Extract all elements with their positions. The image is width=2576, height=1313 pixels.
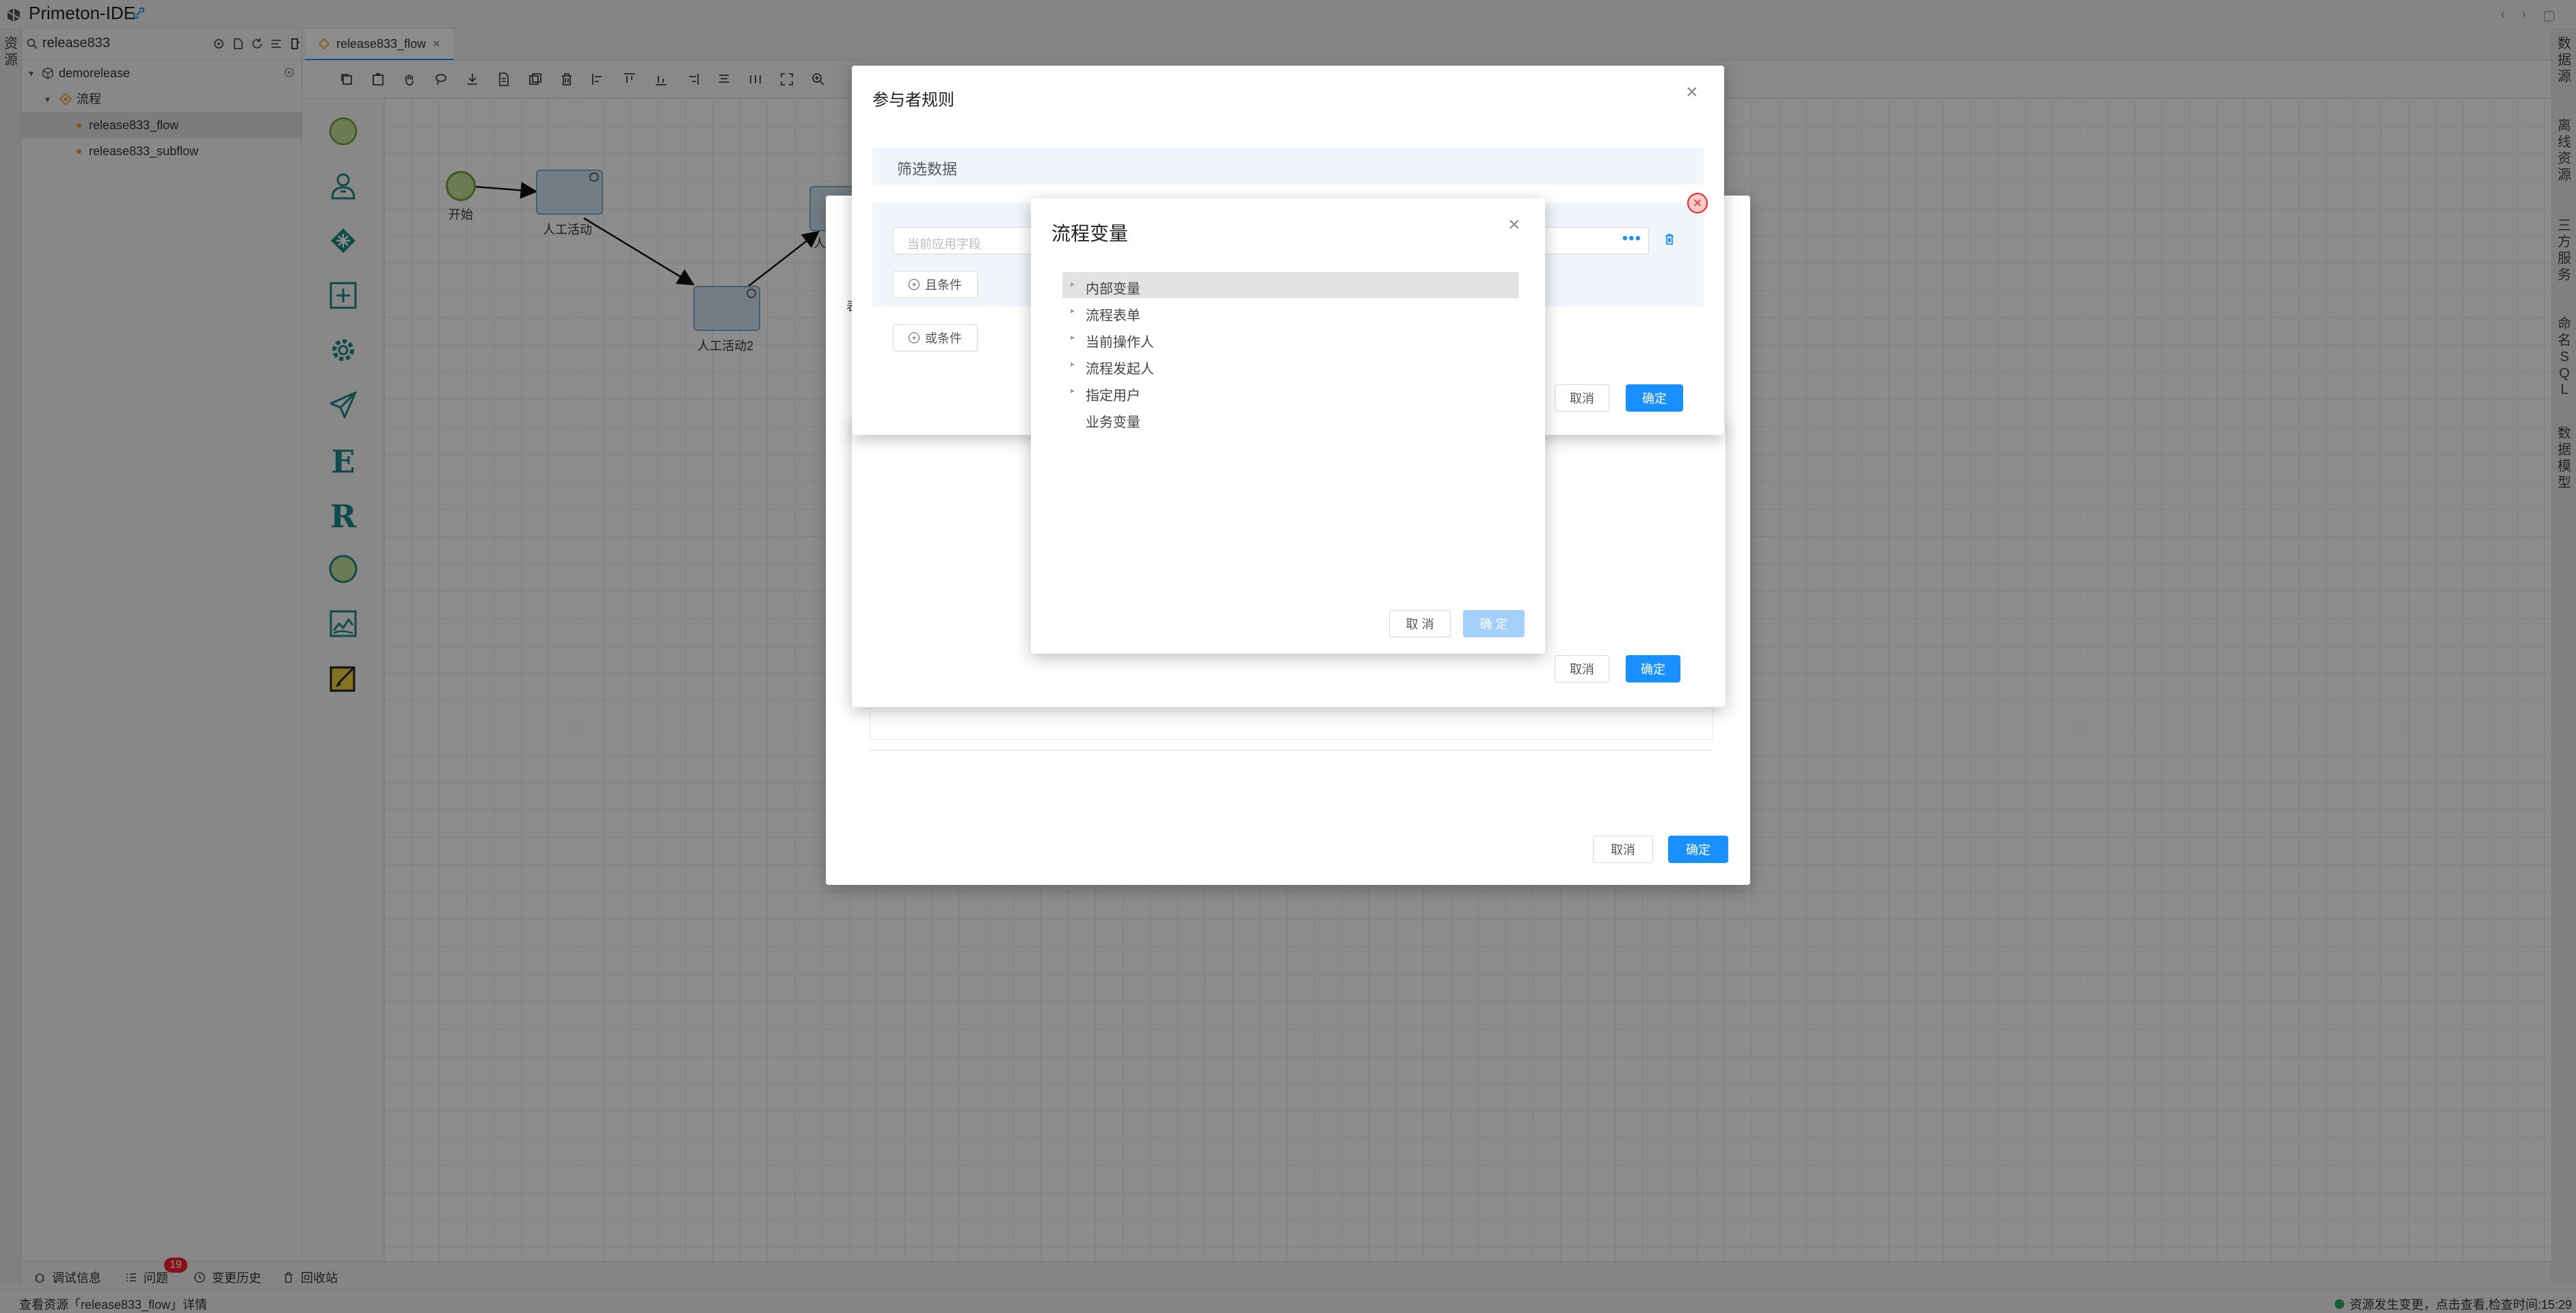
variable-tree-label: 内部变量 [1086,282,1140,297]
remove-group-icon[interactable]: × [1687,193,1708,213]
var-dialog-title: 流程变量 [1051,223,1129,244]
caret-right-icon[interactable]: ▸ [1071,279,1075,289]
rules-confirm-button[interactable]: 确定 [1626,384,1683,412]
or-condition-label: 或条件 [925,332,962,345]
filter-section-header: 筛选数据 [872,148,1704,185]
and-condition-label: 且条件 [925,278,962,292]
var-cancel-button[interactable]: 取 消 [1389,610,1451,637]
variable-tree-label: 流程表单 [1086,308,1140,323]
variable-tree: ▸ 内部变量 ▸ 流程表单 ▸ 当前操作人 ▸ 流程发起人 ▸ 指定用户业务变量 [1062,272,1519,450]
caret-right-icon[interactable]: ▸ [1071,386,1075,395]
rules-close-icon[interactable]: × [1686,82,1698,103]
background-dialog-divider [870,750,1713,751]
variable-tree-item[interactable]: ▸ 指定用户 [1062,379,1519,405]
variable-tree-item[interactable]: 业务变量 [1062,406,1519,432]
condition-delete-icon[interactable] [1663,233,1676,246]
condition-field-placeholder: 当前应用字段 [907,237,981,251]
process-variable-dialog: 流程变量 × ▸ 内部变量 ▸ 流程表单 ▸ 当前操作人 ▸ 流程发起人 ▸ 指定用户业务变量 取… [1031,198,1545,654]
and-condition-button[interactable]: + 且条件 [893,271,978,298]
filter-section-title: 筛选数据 [897,161,958,178]
var-confirm-button[interactable]: 确 定 [1463,610,1525,637]
variable-tree-label: 指定用户 [1086,388,1140,403]
more-options-icon[interactable]: ••• [1622,229,1641,248]
caret-right-icon[interactable]: ▸ [1071,359,1075,369]
var-close-icon[interactable]: × [1508,215,1520,235]
background-cancel-button[interactable]: 取消 [1593,836,1653,863]
add-circle-icon: + [909,279,920,290]
variable-tree-item[interactable]: ▸ 当前操作人 [1062,326,1519,352]
middle-confirm-button[interactable]: 确定 [1626,655,1680,682]
middle-cancel-button[interactable]: 取消 [1555,655,1609,682]
variable-tree-item[interactable]: ▸ 流程发起人 [1062,352,1519,378]
variable-tree-item[interactable]: ▸ 流程表单 [1062,299,1519,325]
caret-right-icon[interactable]: ▸ [1071,306,1075,315]
rules-cancel-button[interactable]: 取消 [1555,384,1609,412]
background-confirm-button[interactable]: 确定 [1668,836,1728,863]
variable-tree-label: 业务变量 [1086,415,1140,430]
rules-dialog-title: 参与者规则 [872,91,954,109]
variable-tree-item[interactable]: ▸ 内部变量 [1062,272,1519,298]
or-condition-button[interactable]: + 或条件 [893,324,978,352]
variable-tree-label: 流程发起人 [1086,362,1154,377]
add-circle-icon: + [909,332,920,343]
caret-right-icon[interactable]: ▸ [1071,332,1075,342]
variable-tree-label: 当前操作人 [1086,335,1154,350]
